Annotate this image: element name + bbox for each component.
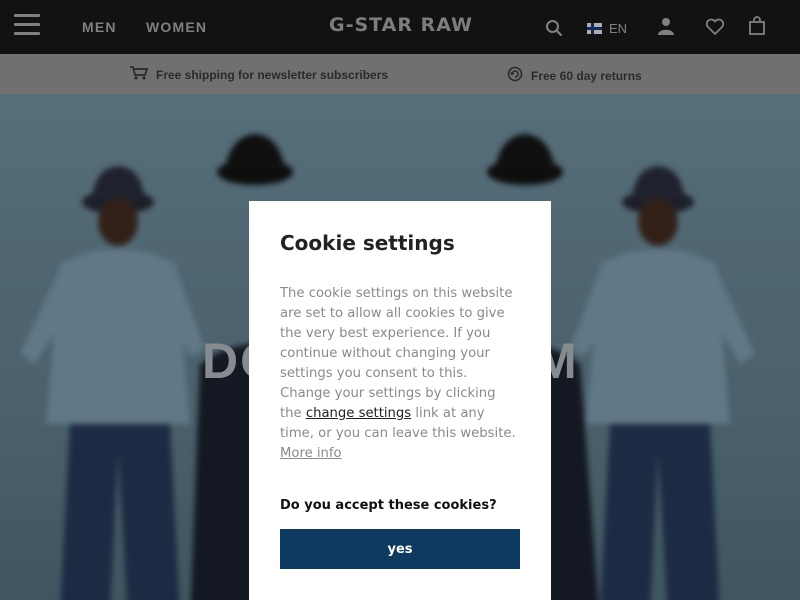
more-info-link[interactable]: More info [280, 444, 342, 464]
dialog-body-text-1: The cookie settings on this website are … [280, 286, 513, 421]
dialog-body: The cookie settings on this website are … [280, 284, 520, 464]
dialog-title: Cookie settings [280, 231, 455, 255]
cookie-settings-dialog: Cookie settings The cookie settings on t… [249, 201, 551, 600]
dialog-question: Do you accept these cookies? [280, 498, 497, 513]
change-settings-link[interactable]: change settings [306, 406, 411, 421]
accept-cookies-button[interactable]: yes [280, 529, 520, 569]
